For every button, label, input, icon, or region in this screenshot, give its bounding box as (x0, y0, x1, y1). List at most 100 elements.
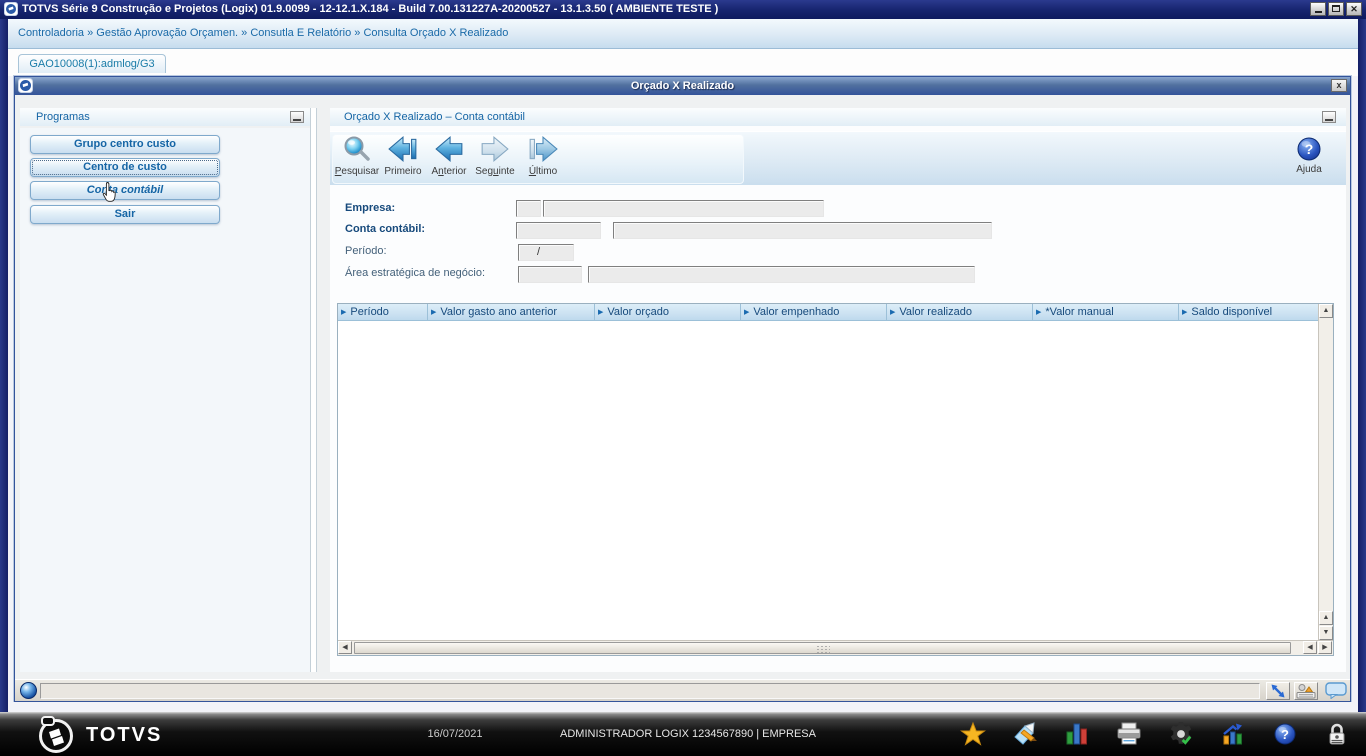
window-titlebar: TOTVS Série 9 Construção e Projetos (Log… (0, 0, 1366, 19)
conta-contabil-code-input[interactable] (516, 222, 601, 239)
tab-strip: GAO10008(1):admlog/G3 (8, 49, 1358, 76)
ajuda-button[interactable]: ? Ajuda (1286, 134, 1332, 184)
breadcrumb-bar: Controladoria » Gestão Aprovação Orçamen… (8, 19, 1358, 49)
inner-window-body: Programas Grupo centro custo Centro de c… (15, 95, 1350, 679)
column-header-saldo-disponivel[interactable]: ▶Saldo disponível (1179, 304, 1318, 321)
sphere-icon (20, 682, 37, 699)
column-header-valor-empenhado[interactable]: ▶Valor empenhado (741, 304, 887, 321)
taskbar-user: ADMINISTRADOR LOGIX 1234567890 | EMPRESA (560, 728, 816, 740)
scroll-left-button[interactable]: ◀ (338, 641, 352, 654)
table-body[interactable] (338, 321, 1318, 640)
tab-gao10008[interactable]: GAO10008(1):admlog/G3 (18, 54, 166, 73)
column-header-valor-realizado[interactable]: ▶Valor realizado (887, 304, 1033, 321)
area-estrategica-name-input[interactable] (588, 266, 975, 283)
programs-panel-header: Programas (20, 108, 310, 126)
primeiro-button[interactable]: Primeiro (380, 134, 426, 184)
area-estrategica-label: Área estratégica de negócio: (345, 267, 485, 282)
printer-icon[interactable] (1116, 721, 1142, 747)
svg-text:?: ? (1305, 141, 1314, 157)
horizontal-scrollbar[interactable]: ◀ ◀ ▶ (338, 640, 1333, 655)
seguinte-button[interactable]: Seguinte (472, 134, 518, 184)
sair-button[interactable]: Sair (30, 205, 220, 224)
results-table: ▶Período ▶Valor gasto ano anterior ▶Valo… (337, 303, 1334, 656)
window-frame-right (1358, 19, 1366, 712)
primeiro-label: Primeiro (380, 166, 426, 177)
maximize-icon (1332, 5, 1340, 12)
column-header-valor-manual[interactable]: ▶*Valor manual (1033, 304, 1179, 321)
help-icon[interactable]: ? (1272, 721, 1298, 747)
gear-icon[interactable] (1168, 721, 1194, 747)
maximize-button[interactable] (1328, 2, 1344, 16)
up-arrow-icon: ▲ (1323, 307, 1330, 314)
breadcrumb: Controladoria » Gestão Aprovação Orçamen… (18, 27, 508, 39)
content-panel-header: Orçado X Realizado – Conta contábil (330, 108, 1346, 126)
lock-icon[interactable] (1324, 721, 1350, 747)
mouse-cursor-hand-icon (101, 181, 118, 206)
conta-contabil-button[interactable]: Conta contábil (30, 181, 220, 200)
periodo-label: Período: (345, 245, 387, 260)
totvs-brand-text: TOTVS (86, 724, 162, 747)
right-arrow-icon: ▶ (1322, 644, 1327, 651)
column-header-periodo[interactable]: ▶Período (338, 304, 428, 321)
conta-contabil-name-input[interactable] (613, 222, 992, 239)
column-arrow-icon: ▶ (1182, 309, 1187, 316)
column-arrow-icon: ▶ (1036, 309, 1041, 316)
ultimo-button[interactable]: Último (520, 134, 566, 184)
left-arrow-icon: ◀ (1307, 644, 1312, 651)
totvs-logo-icon (36, 715, 76, 756)
graph-arrow-icon[interactable] (1220, 721, 1246, 747)
minimize-button[interactable] (1310, 2, 1326, 16)
resize-button[interactable] (1266, 682, 1290, 700)
note-pencil-icon[interactable] (1012, 721, 1038, 747)
inner-window: Orçado X Realizado x Programas Grupo cen… (14, 76, 1351, 702)
column-header-valor-orcado[interactable]: ▶Valor orçado (595, 304, 741, 321)
pesquisar-button[interactable]: Pesquisar (334, 134, 380, 184)
scroll-up-button[interactable]: ▲ (1319, 304, 1333, 318)
periodo-input[interactable]: / (518, 244, 574, 261)
star-icon[interactable] (960, 721, 986, 747)
keyboard-button[interactable] (1294, 682, 1318, 700)
close-icon: ✕ (1350, 4, 1358, 14)
inner-close-button[interactable]: x (1331, 79, 1347, 92)
conta-contabil-label: Conta contábil: (345, 223, 425, 238)
keyboard-icon (1295, 683, 1317, 699)
left-arrow-icon: ◀ (342, 644, 347, 651)
collapse-content-icon[interactable] (1322, 111, 1336, 123)
last-arrow-icon (520, 135, 566, 165)
pesquisar-label: Pesquisar (334, 166, 380, 177)
status-bar (15, 679, 1350, 701)
grupo-centro-custo-button[interactable]: Grupo centro custo (30, 135, 220, 154)
speech-bubble-icon (1325, 682, 1347, 699)
svg-text:?: ? (1281, 727, 1289, 742)
content-panel-title: Orçado X Realizado – Conta contábil (344, 111, 525, 123)
anterior-button[interactable]: Anterior (426, 134, 472, 184)
anterior-label: Anterior (426, 166, 472, 177)
horizontal-scroll-thumb[interactable] (354, 642, 1291, 654)
table-header-row: ▶Período ▶Valor gasto ano anterior ▶Valo… (338, 304, 1318, 321)
scroll-down-button[interactable]: ▼ (1319, 626, 1333, 640)
column-arrow-icon: ▶ (431, 309, 436, 316)
window-title: TOTVS Série 9 Construção e Projetos (Log… (22, 0, 718, 19)
close-button[interactable]: ✕ (1346, 2, 1362, 16)
scroll-right-button[interactable]: ▶ (1318, 641, 1332, 654)
vertical-scrollbar[interactable]: ▲ ▲ ▼ (1318, 304, 1333, 640)
collapse-panel-icon[interactable] (290, 111, 304, 123)
taskbar-date: 16/07/2021 (395, 728, 515, 740)
panel-splitter[interactable] (310, 108, 317, 672)
taskbar: TOTVS 16/07/2021 ADMINISTRADOR LOGIX 123… (0, 712, 1366, 756)
area-estrategica-code-input[interactable] (518, 266, 582, 283)
bar-chart-icon[interactable] (1064, 721, 1090, 747)
empresa-label: Empresa: (345, 202, 395, 217)
centro-de-custo-button[interactable]: Centro de custo (30, 158, 220, 177)
chat-bubble-button[interactable] (1324, 682, 1348, 700)
status-message-field (40, 683, 1260, 699)
column-header-valor-gasto-ano-anterior[interactable]: ▶Valor gasto ano anterior (428, 304, 595, 321)
magnifier-icon (334, 135, 380, 165)
thumb-grip-icon (816, 645, 830, 653)
empresa-code-input[interactable] (516, 200, 541, 217)
programs-panel-title: Programas (36, 111, 90, 123)
desktop-gap (8, 702, 1358, 712)
empresa-name-input[interactable] (543, 200, 824, 217)
scroll-left-button-right[interactable]: ◀ (1303, 641, 1317, 654)
scroll-up-button-bottom[interactable]: ▲ (1319, 611, 1333, 625)
